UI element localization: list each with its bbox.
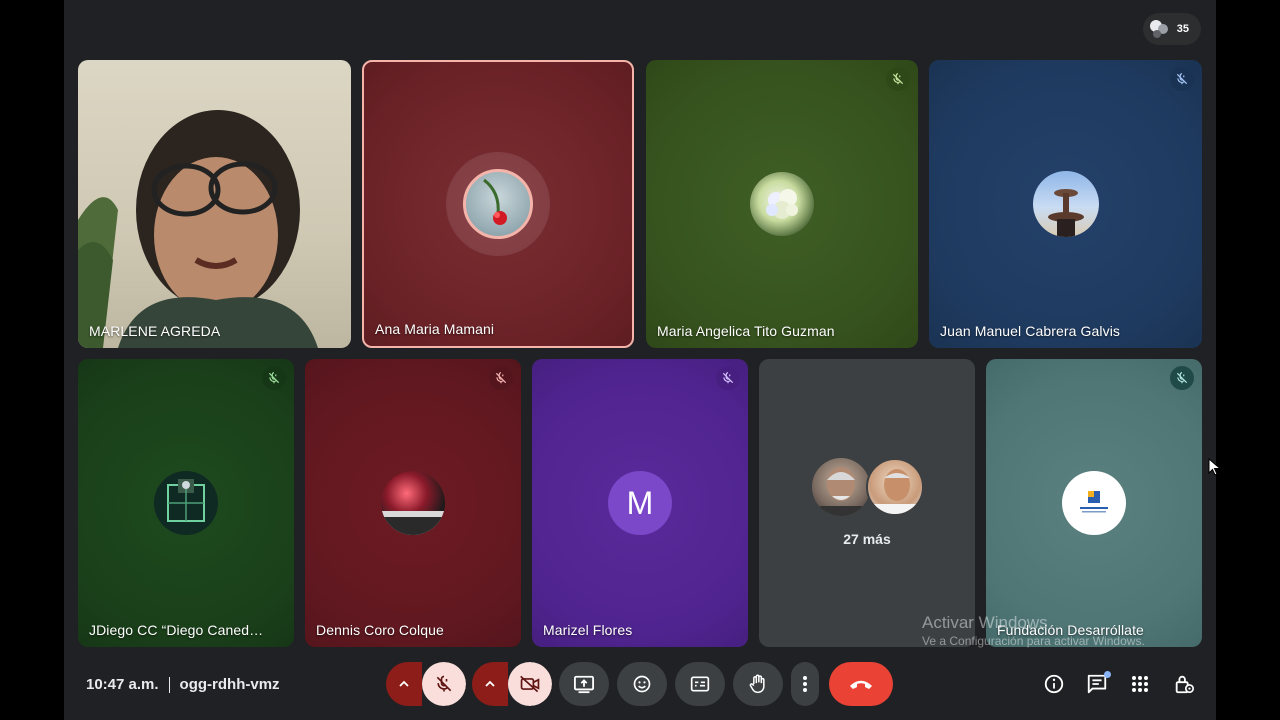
captions-button[interactable] <box>675 662 725 706</box>
participant-tile[interactable]: JDiego CC “Diego Caned… <box>78 359 294 647</box>
participant-name: MARLENE AGREDA <box>89 323 221 339</box>
mic-off-icon <box>436 675 452 692</box>
present-icon <box>574 675 594 694</box>
participant-name: Maria Angelica Tito Guzman <box>657 323 835 339</box>
participant-name: JDiego CC “Diego Caned… <box>89 622 264 638</box>
camera-control <box>472 662 552 706</box>
raise-hand-button[interactable] <box>733 662 783 706</box>
avatar <box>463 169 533 239</box>
participant-tile[interactable]: Juan Manuel Cabrera Galvis <box>929 60 1202 348</box>
mic-off-indicator <box>886 67 910 91</box>
divider <box>168 676 170 693</box>
mic-off-indicator <box>1170 67 1194 91</box>
host-controls-icon <box>1175 675 1194 694</box>
mic-off-indicator <box>489 366 513 390</box>
watermark-line2: Ve a Configuración para activar Windows. <box>922 634 1145 648</box>
avatar <box>812 458 870 516</box>
participant-video-feed <box>78 110 318 348</box>
participant-name: Juan Manuel Cabrera Galvis <box>940 323 1121 339</box>
avatar <box>381 471 445 535</box>
more-options-icon <box>803 676 807 692</box>
chat-button[interactable] <box>1083 670 1111 698</box>
rose-photo <box>483 178 507 225</box>
raise-hand-icon <box>749 674 765 694</box>
mic-off-icon <box>892 73 904 85</box>
audio-settings-button[interactable] <box>386 662 422 706</box>
captions-icon <box>690 676 710 692</box>
fireworks-photo <box>381 511 445 535</box>
more-options-button[interactable] <box>791 662 819 706</box>
watermark-line1: Activar Windows <box>922 613 1048 632</box>
meeting-stage: 35 MARLENE AGREDA Ana Maria Mamani Maria… <box>64 0 1216 720</box>
mic-off-indicator <box>716 366 740 390</box>
unread-indicator <box>1104 671 1111 678</box>
avatar <box>866 458 924 516</box>
participant-count: 35 <box>1176 23 1189 35</box>
hydrangea-photo <box>766 189 798 219</box>
participant-tile[interactable]: Fundación Desarróllate <box>986 359 1202 647</box>
participant-photo <box>874 469 920 514</box>
mic-off-indicator <box>262 366 286 390</box>
participant-tile[interactable]: Dennis Coro Colque <box>305 359 521 647</box>
info-icon <box>1044 674 1064 694</box>
more-participants-label: 27 más <box>843 531 891 547</box>
activities-icon <box>1132 676 1148 692</box>
avatar: M <box>608 471 672 535</box>
microphone-control <box>386 662 466 706</box>
avatar <box>154 471 218 535</box>
host-controls-button[interactable] <box>1170 670 1198 698</box>
more-participants-tile[interactable]: 27 más <box>759 359 975 647</box>
meeting-code[interactable]: ogg-rdhh-vmz <box>180 676 280 693</box>
mouse-cursor-icon <box>1208 458 1220 476</box>
meeting-details: 10:47 a.m. ogg-rdhh-vmz <box>86 676 280 693</box>
speaking-ring <box>446 152 550 256</box>
reactions-button[interactable] <box>617 662 667 706</box>
avatar <box>1062 471 1126 535</box>
participant-name: Ana Maria Mamani <box>375 321 495 337</box>
leave-call-button[interactable] <box>829 662 893 706</box>
avatar <box>1032 171 1099 237</box>
present-button[interactable] <box>559 662 609 706</box>
logo-image <box>1080 491 1108 513</box>
participant-name: Marizel Flores <box>543 622 633 638</box>
chevron-up-icon <box>399 680 409 687</box>
mic-toggle-button[interactable] <box>422 662 466 706</box>
participant-tile[interactable]: M Marizel Flores <box>532 359 748 647</box>
mic-off-icon <box>1176 73 1188 85</box>
participants-chip[interactable]: 35 <box>1143 13 1201 45</box>
emoji-icon <box>633 675 651 693</box>
mic-off-icon <box>268 372 280 384</box>
mic-off-indicator <box>1170 366 1194 390</box>
meeting-time: 10:47 a.m. <box>86 676 159 693</box>
fountain-photo <box>1047 189 1084 237</box>
mic-off-icon <box>1176 372 1188 384</box>
chevron-up-icon <box>485 680 495 687</box>
participant-tile-video[interactable]: MARLENE AGREDA <box>78 60 351 348</box>
circuit-photo <box>167 479 205 522</box>
activities-button[interactable] <box>1126 670 1154 698</box>
avatar-initial: M <box>626 484 654 521</box>
participant-tile-speaking[interactable]: Ana Maria Mamani <box>362 60 634 348</box>
windows-activation-watermark: Activar Windows Ve a Configuración para … <box>922 613 1145 648</box>
mic-off-icon <box>722 372 734 384</box>
camera-off-icon <box>520 675 540 693</box>
video-settings-button[interactable] <box>472 662 508 706</box>
participant-photo <box>820 467 862 516</box>
people-icon <box>1150 20 1168 38</box>
avatar <box>750 172 814 236</box>
meeting-details-button[interactable] <box>1040 670 1068 698</box>
mic-off-icon <box>495 372 507 384</box>
end-call-icon <box>850 680 872 689</box>
participant-name: Dennis Coro Colque <box>316 622 444 638</box>
participant-tile[interactable]: Maria Angelica Tito Guzman <box>646 60 918 348</box>
camera-toggle-button[interactable] <box>508 662 552 706</box>
